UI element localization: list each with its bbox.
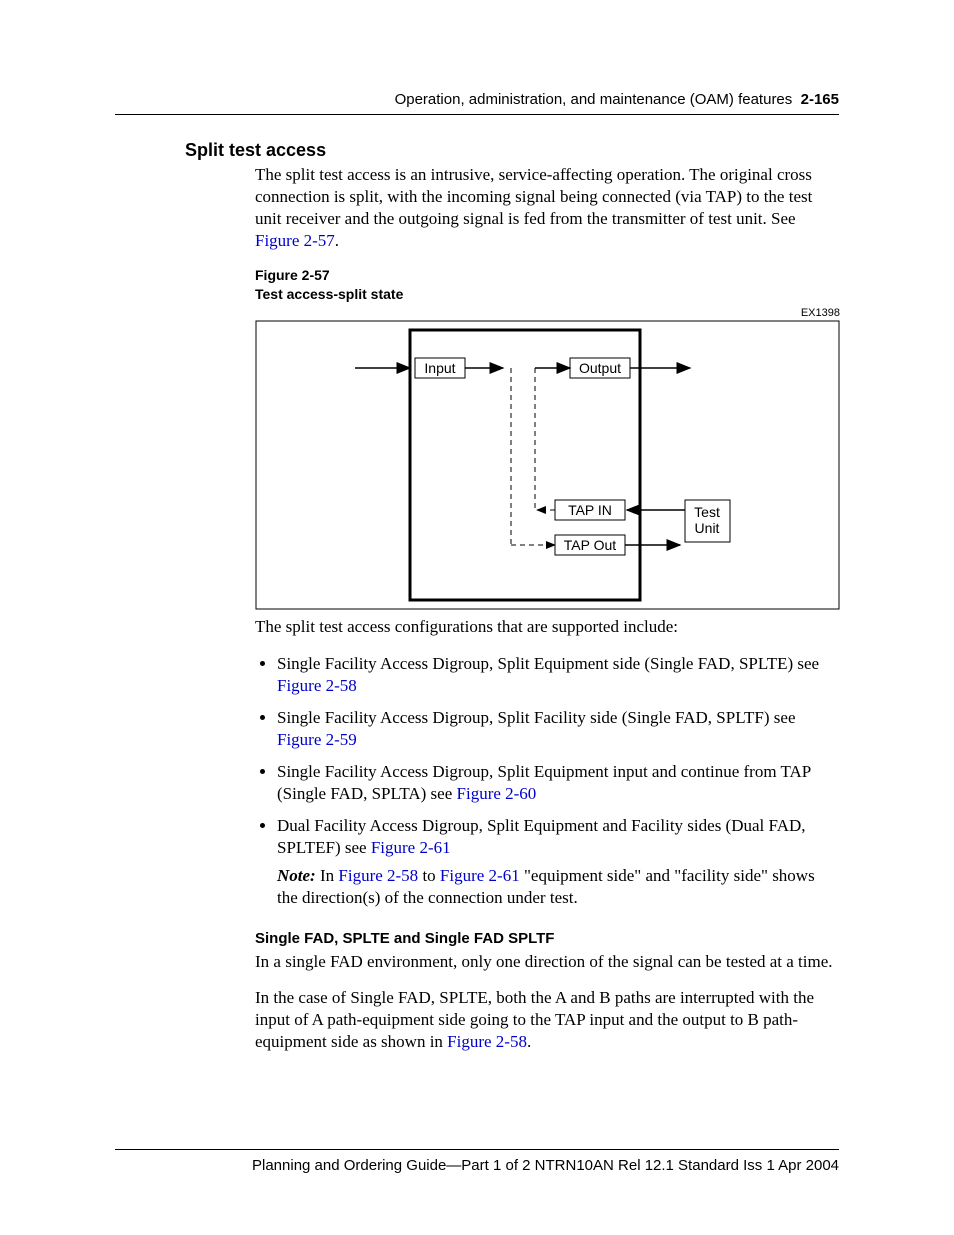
- figure-code: EX1398: [255, 306, 840, 320]
- link-figure-2-61[interactable]: Figure 2-61: [371, 838, 451, 857]
- page-footer: Planning and Ordering Guide—Part 1 of 2 …: [115, 1149, 839, 1176]
- list-item: Single Facility Access Digroup, Split Eq…: [277, 653, 839, 697]
- intro-paragraph: The split test access is an intrusive, s…: [255, 164, 839, 252]
- label-tap-out: TAP Out: [564, 537, 617, 553]
- label-tap-in: TAP IN: [568, 502, 612, 518]
- link-figure-2-58-c[interactable]: Figure 2-58: [447, 1032, 527, 1051]
- link-figure-2-59[interactable]: Figure 2-59: [277, 730, 357, 749]
- subsection-p1: In a single FAD environment, only one di…: [255, 951, 839, 973]
- link-figure-2-58-b[interactable]: Figure 2-58: [338, 866, 418, 885]
- label-unit: Unit: [695, 520, 720, 536]
- note: Note: In Figure 2-58 to Figure 2-61 "equ…: [277, 865, 839, 909]
- link-figure-2-58[interactable]: Figure 2-58: [277, 676, 357, 695]
- header-title: Operation, administration, and maintenan…: [395, 91, 793, 108]
- label-test: Test: [694, 504, 720, 520]
- diagram-split-test-access: Input Output TAP IN TA: [255, 320, 840, 610]
- page-number: 2-165: [801, 91, 839, 108]
- configs-intro: The split test access configurations tha…: [255, 616, 839, 638]
- link-figure-2-61-b[interactable]: Figure 2-61: [440, 866, 520, 885]
- page-header: Operation, administration, and maintenan…: [115, 90, 839, 115]
- figure-caption: Figure 2-57 Test access-split state: [255, 266, 839, 304]
- label-output: Output: [579, 360, 621, 376]
- subsection-p2: In the case of Single FAD, SPLTE, both t…: [255, 987, 839, 1053]
- list-item: Dual Facility Access Digroup, Split Equi…: [277, 815, 839, 909]
- config-list: Single Facility Access Digroup, Split Eq…: [255, 653, 839, 910]
- list-item: Single Facility Access Digroup, Split Fa…: [277, 707, 839, 751]
- subsection-heading: Single FAD, SPLTE and Single FAD SPLTF: [255, 929, 839, 949]
- section-heading: Split test access: [185, 139, 839, 162]
- link-figure-2-57[interactable]: Figure 2-57: [255, 231, 335, 250]
- list-item: Single Facility Access Digroup, Split Eq…: [277, 761, 839, 805]
- link-figure-2-60[interactable]: Figure 2-60: [457, 784, 537, 803]
- label-input: Input: [424, 360, 455, 376]
